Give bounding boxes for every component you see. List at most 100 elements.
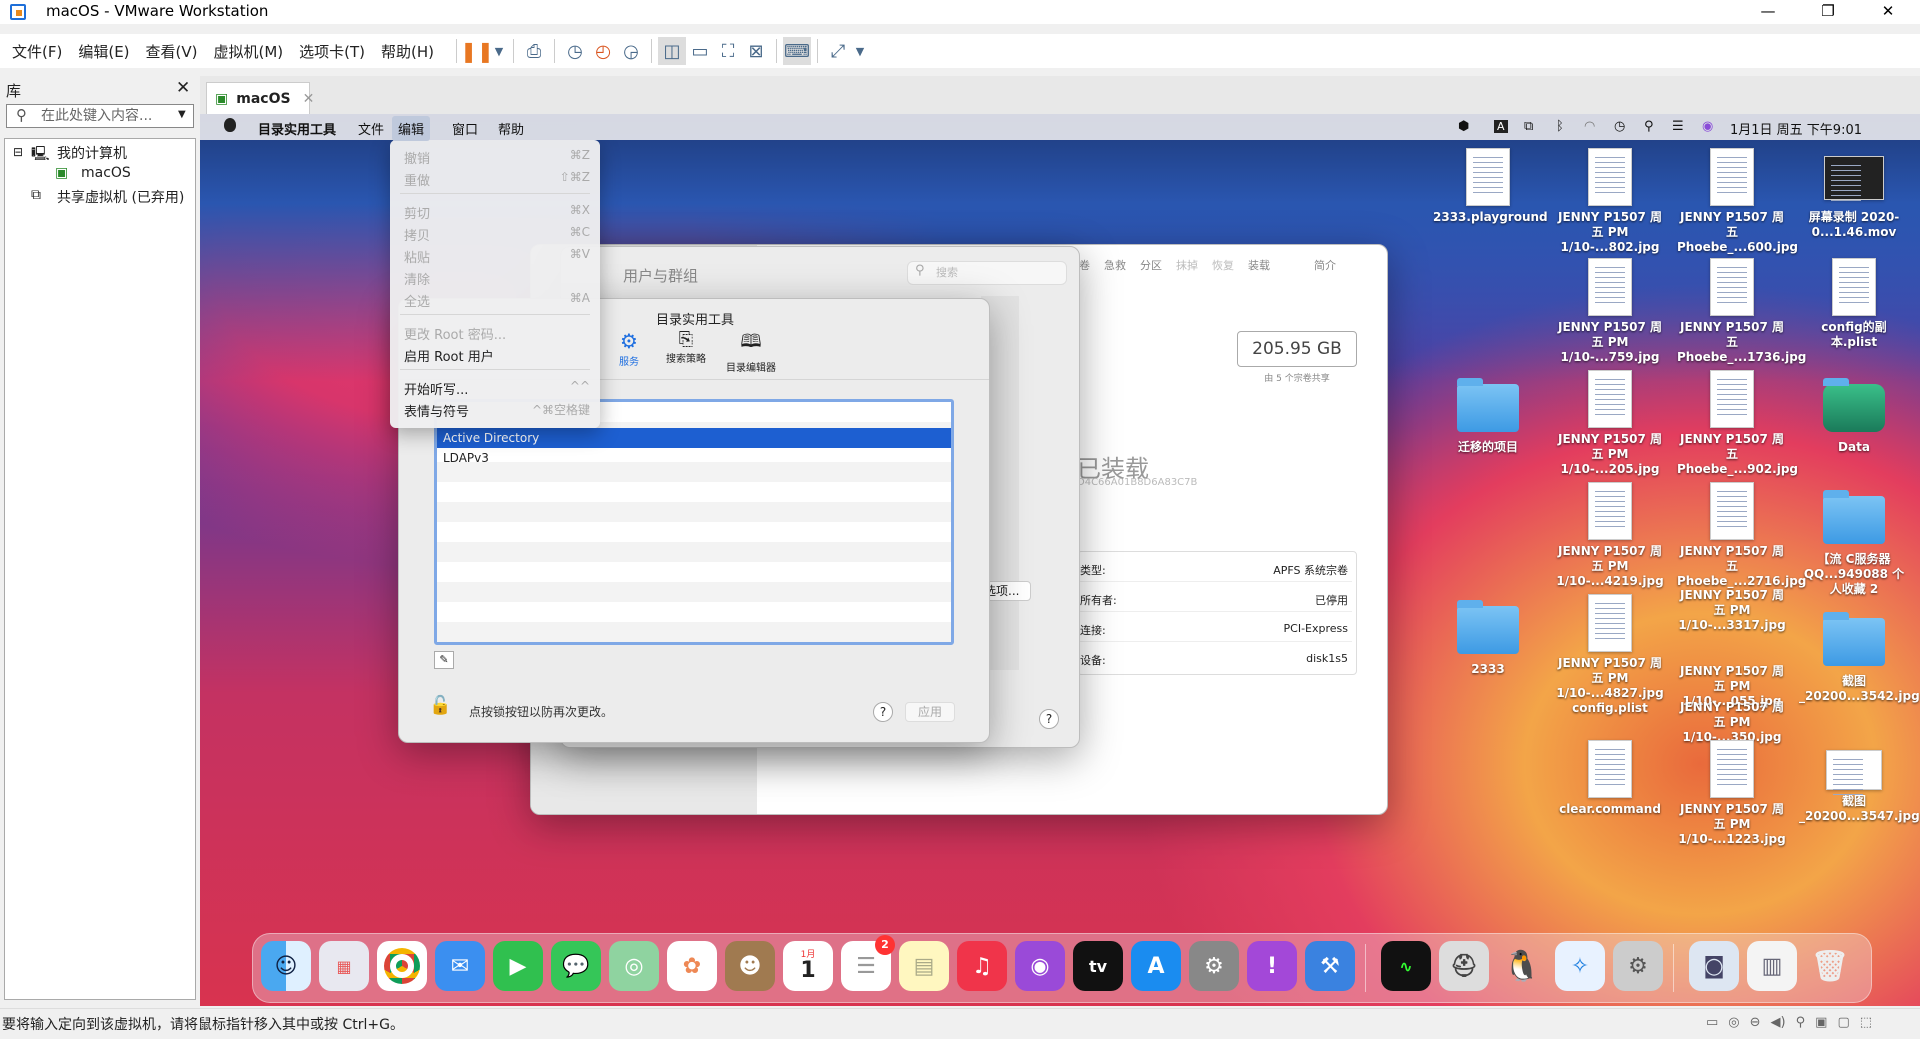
services-list[interactable]: Active Directory LDAPv3 <box>434 399 954 645</box>
desktop-icon-plist[interactable]: config的副本.plist <box>1799 258 1909 350</box>
chevron-down-icon[interactable]: ▼ <box>178 109 186 120</box>
notes-icon[interactable]: ▤ <box>899 941 949 991</box>
menu-edit[interactable]: 编辑(E) <box>78 41 129 62</box>
wifi-icon[interactable]: ◠ <box>1584 119 1595 134</box>
apple-logo-icon[interactable] <box>224 118 236 132</box>
photos-icon[interactable]: ✿ <box>667 941 717 991</box>
toolbar-first-aid[interactable]: 急救 <box>1104 257 1126 273</box>
tree-my-computer[interactable]: 我的计算机 <box>57 143 127 163</box>
downloads-stack-icon[interactable]: ▥ <box>1747 941 1797 991</box>
mac-menu-window[interactable]: 窗口 <box>452 119 478 138</box>
toolbar-volume[interactable]: 卷 <box>1079 257 1090 273</box>
menu-item-select-all[interactable]: 全选 ⌘A <box>404 291 590 310</box>
system-preferences-icon[interactable]: ⚙ <box>1189 941 1239 991</box>
music-icon[interactable]: ♫ <box>957 941 1007 991</box>
mac-app-name[interactable]: 目录实用工具 <box>258 119 336 138</box>
appletv-icon[interactable]: tv <box>1073 941 1123 991</box>
console-view-icon[interactable]: ⌨ <box>783 37 812 65</box>
desktop-icon-image[interactable]: JENNY P1507 周五 PM 1/10-...1223.jpg <box>1677 740 1787 847</box>
xcode-icon[interactable]: ⚒ <box>1305 941 1355 991</box>
menu-item-clear[interactable]: 清除 <box>404 269 590 288</box>
menu-item-enable-root[interactable]: 启用 Root 用户 <box>404 346 590 365</box>
service-row[interactable]: LDAPv3 <box>437 448 951 468</box>
trash-icon[interactable]: 🗑 <box>1805 941 1855 991</box>
tab-services[interactable]: ⚙ 服务 <box>609 329 649 368</box>
feedback-icon[interactable]: ! <box>1247 941 1297 991</box>
menu-file[interactable]: 文件(F) <box>12 41 62 62</box>
send-ctrl-alt-del-icon[interactable]: ⎙ <box>520 37 548 65</box>
menu-tabs[interactable]: 选项卡(T) <box>299 41 365 62</box>
shield-icon[interactable]: ⬢ <box>1458 119 1469 134</box>
desktop-icon-screenshot[interactable]: 截图 _20200...3547.jpg <box>1799 750 1920 824</box>
menu-item-cut[interactable]: 剪切 ⌘X <box>404 203 590 222</box>
screen-mirroring-icon[interactable]: ⧉ <box>1524 119 1533 134</box>
toolbar-mount[interactable]: 装载 <box>1248 257 1270 273</box>
users-groups-search-input[interactable]: 搜索 <box>907 261 1067 285</box>
maps-icon[interactable]: ◎ <box>609 941 659 991</box>
qq-icon[interactable]: 🐧 <box>1497 941 1547 991</box>
sound-icon[interactable]: ◀) <box>1771 1015 1786 1030</box>
collapse-icon[interactable]: ⊟ <box>13 145 23 159</box>
toolbar-info[interactable]: 简介 <box>1314 257 1336 273</box>
menu-item-undo[interactable]: 撤销 ⌘Z <box>404 148 590 167</box>
revert-snapshot-icon[interactable]: ◴ <box>589 37 617 65</box>
reminders-icon[interactable]: ☰ 2 <box>841 935 895 991</box>
tab-directory-editor[interactable]: 🕮 目录编辑器 <box>721 329 781 374</box>
tab-macos[interactable]: ▣ macOS ✕ <box>206 82 314 114</box>
library-search-input[interactable]: 在此处键入内容... <box>6 104 194 128</box>
safari-icon[interactable]: ✧ <box>1555 941 1605 991</box>
chevron-down-icon[interactable]: ▼ <box>491 37 507 65</box>
menu-item-emoji[interactable]: 表情与符号 ^⌘空格键 <box>404 401 590 420</box>
calendar-icon[interactable]: 1月 1 <box>783 941 833 991</box>
stretch-icon[interactable]: ⤢ <box>824 37 852 65</box>
toolbar-restore[interactable]: 恢复 <box>1212 257 1234 273</box>
time-machine-icon[interactable]: ◷ <box>1614 119 1625 134</box>
desktop-icon-image[interactable]: JENNY P1507 周五 PM 1/10-...4219.jpg <box>1555 482 1665 589</box>
desktop-icon-image[interactable]: JENNY P1507 周五 PM 1/10-...3317.jpg <box>1677 588 1787 633</box>
thumbnail-bar-icon[interactable]: ▭ <box>686 37 714 65</box>
edit-pencil-button[interactable]: ✎ <box>434 651 454 669</box>
toolbar-erase[interactable]: 抹掉 <box>1176 257 1198 273</box>
desktop-icon-image[interactable]: JENNY P1507 周五 Phoebe_...902.jpg <box>1677 370 1798 477</box>
chevron-down-icon[interactable]: ▼ <box>852 37 868 65</box>
desktop-icon-playground[interactable]: 2333.playground <box>1433 148 1548 225</box>
input-method-icon[interactable]: A <box>1494 120 1508 133</box>
cd-icon[interactable]: ◎ <box>1728 1015 1739 1030</box>
launchpad-icon[interactable]: ▦ <box>319 941 369 991</box>
facetime-icon[interactable]: ▶ <box>493 941 543 991</box>
tree-shared-vms[interactable]: 共享虚拟机 (已弃用) <box>57 187 184 207</box>
menu-item-paste[interactable]: 粘贴 ⌘V <box>404 247 590 266</box>
desktop-icon-screenshot[interactable]: 截图 _20200...3542.jpg <box>1799 610 1920 704</box>
desktop-icon-video[interactable]: 屏幕录制 2020-0...1.46.mov <box>1799 148 1909 240</box>
display-icon[interactable]: ▣ <box>1815 1015 1827 1030</box>
disk-utility-icon[interactable]: ⛑ <box>1439 941 1489 991</box>
desktop-icon-image[interactable]: JENNY P1507 周五 Phoebe_...600.jpg <box>1677 148 1798 255</box>
network-icon[interactable]: ⊖ <box>1750 1015 1761 1030</box>
menu-vm[interactable]: 虚拟机(M) <box>214 41 284 62</box>
desktop-icon-data-drive[interactable]: Data <box>1799 376 1909 455</box>
menu-item-dictation[interactable]: 开始听写... ^^ <box>404 379 590 398</box>
mac-clock[interactable]: 1月1日 周五 下午9:01 <box>1730 119 1862 138</box>
activity-monitor-icon[interactable]: ∿ <box>1381 941 1431 991</box>
minimize-button[interactable]: — <box>1742 0 1794 24</box>
desktop-icon-image[interactable]: JENNY P1507 周五 PM 1/10-...4827.jpg config… <box>1555 594 1665 716</box>
fullscreen-icon[interactable]: ⛶ <box>714 37 742 65</box>
desktop-icon-image[interactable]: JENNY P1507 周五 Phoebe_...1736.jpg <box>1677 258 1806 365</box>
tab-search-policy[interactable]: ⎘ 搜索策略 <box>661 329 711 365</box>
usb-icon[interactable]: ⚲ <box>1796 1015 1806 1030</box>
restore-button[interactable]: ❐ <box>1802 0 1854 24</box>
podcasts-icon[interactable]: ◉ <box>1015 941 1065 991</box>
desktop-icon-image[interactable]: JENNY P1507 周五 PM 1/10-...759.jpg <box>1555 258 1665 365</box>
mac-menu-file[interactable]: 文件 <box>358 119 384 138</box>
directory-utility-icon[interactable]: ⚙ <box>1613 941 1663 991</box>
messages-icon[interactable]: 💬 <box>551 941 601 991</box>
tree-vm-macos[interactable]: macOS <box>81 165 131 181</box>
search-icon[interactable]: ⚲ <box>1644 119 1654 134</box>
desktop-icon-image[interactable]: JENNY P1507 周五 PM 1/10-...205.jpg <box>1555 370 1665 477</box>
desktop-icon-folder[interactable]: 【流 C服务器 QQ...949088 个人收藏 2 <box>1799 488 1909 597</box>
menu-item-copy[interactable]: 拷贝 ⌘C <box>404 225 590 244</box>
finder-icon[interactable]: ☺ <box>261 941 311 991</box>
toolbar-partition[interactable]: 分区 <box>1140 257 1162 273</box>
hard-disk-icon[interactable]: ▭ <box>1706 1015 1718 1030</box>
library-toggle-icon[interactable]: ◫ <box>658 37 687 65</box>
